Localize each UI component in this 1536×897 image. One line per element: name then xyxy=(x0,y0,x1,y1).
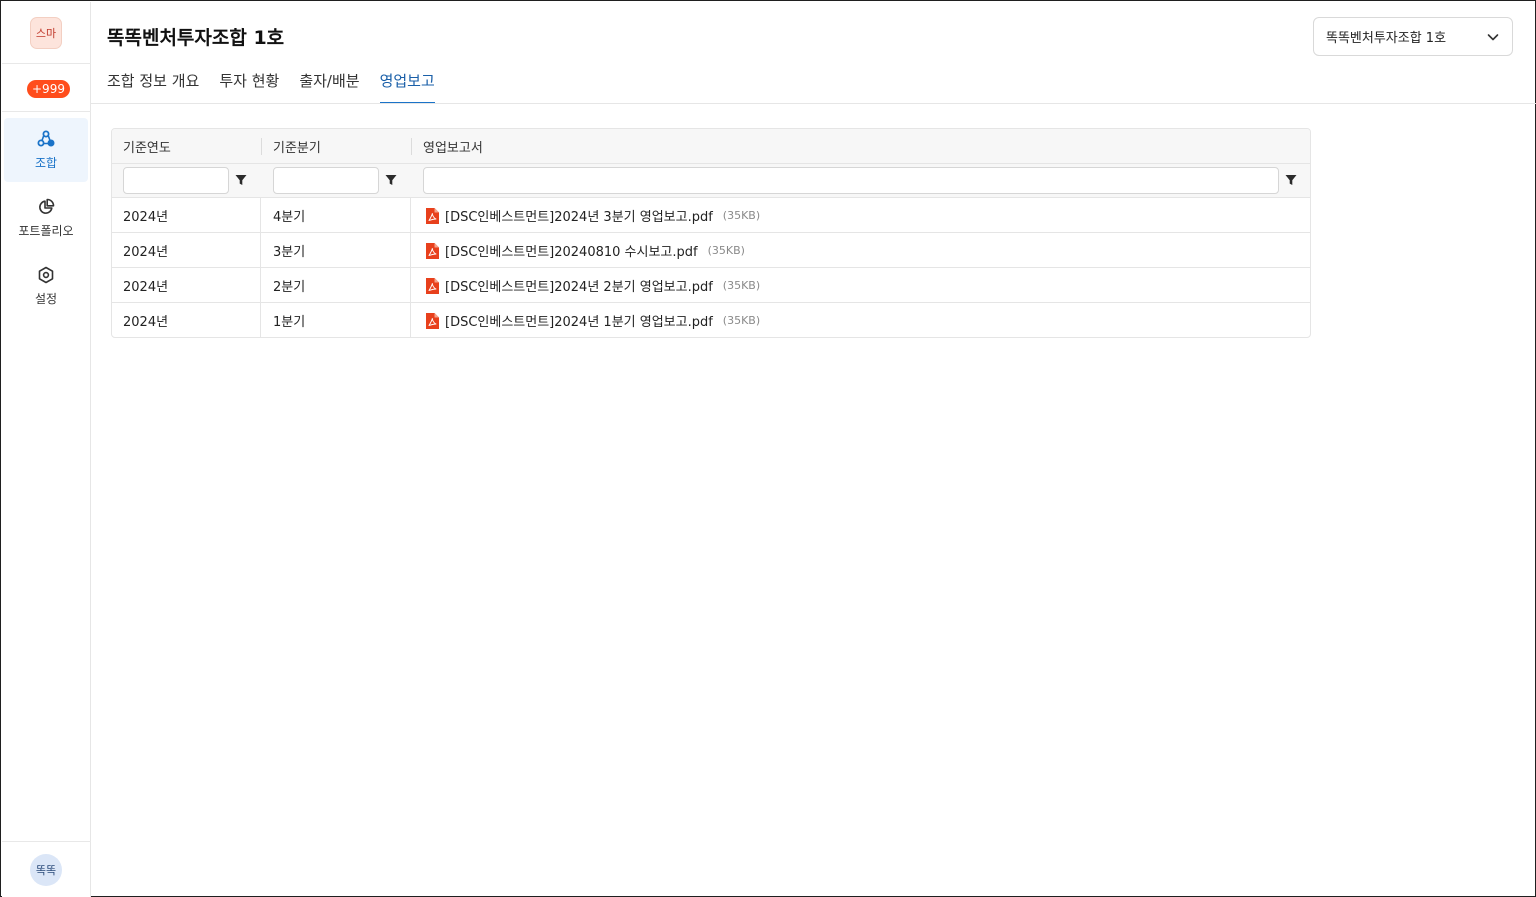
report-file-size: (35KB) xyxy=(722,209,761,222)
sidebar-item-portfolio[interactable]: 포트폴리오 xyxy=(4,186,88,250)
report-file-link[interactable]: [DSC인베스트먼트]2024년 2분기 영업보고.pdf (35KB) xyxy=(425,276,760,295)
cell-quarter: 4분기 xyxy=(273,210,306,225)
sidebar-divider xyxy=(2,111,91,112)
cell-year: 2024년 xyxy=(123,280,169,295)
column-separator[interactable] xyxy=(411,138,412,155)
pdf-file-icon xyxy=(426,207,439,224)
tabs-divider xyxy=(91,103,1536,104)
grid-header: 기준연도 기준분기 영업보고서 xyxy=(112,129,1310,164)
sidebar-item-label: 설정 xyxy=(34,291,58,306)
user-avatar[interactable]: 똑똑 xyxy=(30,854,62,886)
chevron-down-icon xyxy=(1487,34,1499,41)
column-header-quarter[interactable]: 기준분기 xyxy=(273,129,321,164)
pie-chart-icon xyxy=(39,198,55,214)
cell-report: [DSC인베스트먼트]20240810 수시보고.pdf (35KB) xyxy=(425,233,745,268)
pdf-file-icon xyxy=(426,242,439,259)
report-file-link[interactable]: [DSC인베스트먼트]2024년 1분기 영업보고.pdf (35KB) xyxy=(425,311,760,330)
column-separator[interactable] xyxy=(261,138,262,155)
report-file-name: [DSC인베스트먼트]2024년 3분기 영업보고.pdf xyxy=(445,210,713,225)
fund-select-value: 똑똑벤처투자조합 1호 xyxy=(1326,31,1447,46)
report-file-link[interactable]: [DSC인베스트먼트]2024년 3분기 영업보고.pdf (35KB) xyxy=(425,206,760,225)
cell-report: [DSC인베스트먼트]2024년 2분기 영업보고.pdf (35KB) xyxy=(425,268,760,303)
report-file-name: [DSC인베스트먼트]20240810 수시보고.pdf xyxy=(445,245,698,260)
column-header-report[interactable]: 영업보고서 xyxy=(423,129,483,164)
filter-input-quarter[interactable] xyxy=(273,167,379,194)
gear-icon xyxy=(38,266,54,283)
sidebar-item-settings[interactable]: 설정 xyxy=(4,254,88,318)
report-file-size: (35KB) xyxy=(707,244,745,257)
app-window: 스마 +999 조합 포트폴리오 설정 똑똑 똑똑벤처투자조합 1호 똑똑벤처투… xyxy=(0,0,1536,897)
tab-contributions[interactable]: 출자/배분 xyxy=(299,63,359,104)
cell-year: 2024년 xyxy=(123,210,169,225)
fund-select[interactable]: 똑똑벤처투자조합 1호 xyxy=(1313,17,1513,56)
table-row[interactable]: 2024년 2분기 [DSC인베스트먼트]2024년 2분기 영업보고.pdf … xyxy=(112,268,1310,303)
report-file-name: [DSC인베스트먼트]2024년 2분기 영업보고.pdf xyxy=(445,280,713,295)
cell-year: 2024년 xyxy=(123,245,169,260)
filter-input-report[interactable] xyxy=(423,167,1279,194)
report-file-link[interactable]: [DSC인베스트먼트]20240810 수시보고.pdf (35KB) xyxy=(425,241,745,260)
sidebar-item-label: 포트폴리오 xyxy=(18,223,74,238)
filter-icon[interactable] xyxy=(384,173,398,187)
table-row[interactable]: 2024년 3분기 [DSC인베스트먼트]20240810 수시보고.pdf (… xyxy=(112,233,1310,268)
sidebar-divider xyxy=(2,63,91,64)
pdf-file-icon xyxy=(426,312,439,329)
table-row[interactable]: 2024년 1분기 [DSC인베스트먼트]2024년 1분기 영업보고.pdf … xyxy=(112,303,1310,337)
sidebar-divider xyxy=(2,841,91,842)
filter-icon[interactable] xyxy=(1284,173,1298,187)
pdf-file-icon xyxy=(426,277,439,294)
grid-filter-row xyxy=(112,164,1310,198)
fund-icon xyxy=(37,130,55,146)
cell-quarter: 2분기 xyxy=(273,280,306,295)
report-file-size: (35KB) xyxy=(722,314,761,327)
report-file-name: [DSC인베스트먼트]2024년 1분기 영업보고.pdf xyxy=(445,315,713,330)
cell-report: [DSC인베스트먼트]2024년 1분기 영업보고.pdf (35KB) xyxy=(425,303,760,337)
tab-bar: 조합 정보 개요 투자 현황 출자/배분 영업보고 xyxy=(107,63,435,104)
sidebar-item-label: 조합 xyxy=(34,155,58,170)
column-header-year[interactable]: 기준연도 xyxy=(123,129,171,164)
sidebar-item-fund[interactable]: 조합 xyxy=(4,118,88,182)
cell-quarter: 3분기 xyxy=(273,245,306,260)
notification-badge[interactable]: +999 xyxy=(27,80,70,98)
cell-year: 2024년 xyxy=(123,315,169,330)
sidebar: 스마 +999 조합 포트폴리오 설정 똑똑 xyxy=(2,2,91,897)
filter-icon[interactable] xyxy=(234,173,248,187)
report-file-size: (35KB) xyxy=(722,279,761,292)
cell-report: [DSC인베스트먼트]2024년 3분기 영업보고.pdf (35KB) xyxy=(425,198,760,233)
cell-quarter: 1분기 xyxy=(273,315,306,330)
tab-overview[interactable]: 조합 정보 개요 xyxy=(107,63,199,104)
tab-investments[interactable]: 투자 현황 xyxy=(219,63,279,104)
tab-business-report[interactable]: 영업보고 xyxy=(379,63,435,104)
workspace-avatar[interactable]: 스마 xyxy=(30,17,62,49)
filter-input-year[interactable] xyxy=(123,167,229,194)
report-grid: 기준연도 기준분기 영업보고서 2024년 4분기 [DSC인베스트먼트]202… xyxy=(111,128,1311,338)
table-row[interactable]: 2024년 4분기 [DSC인베스트먼트]2024년 3분기 영업보고.pdf … xyxy=(112,198,1310,233)
page-title: 똑똑벤처투자조합 1호 xyxy=(107,27,285,49)
